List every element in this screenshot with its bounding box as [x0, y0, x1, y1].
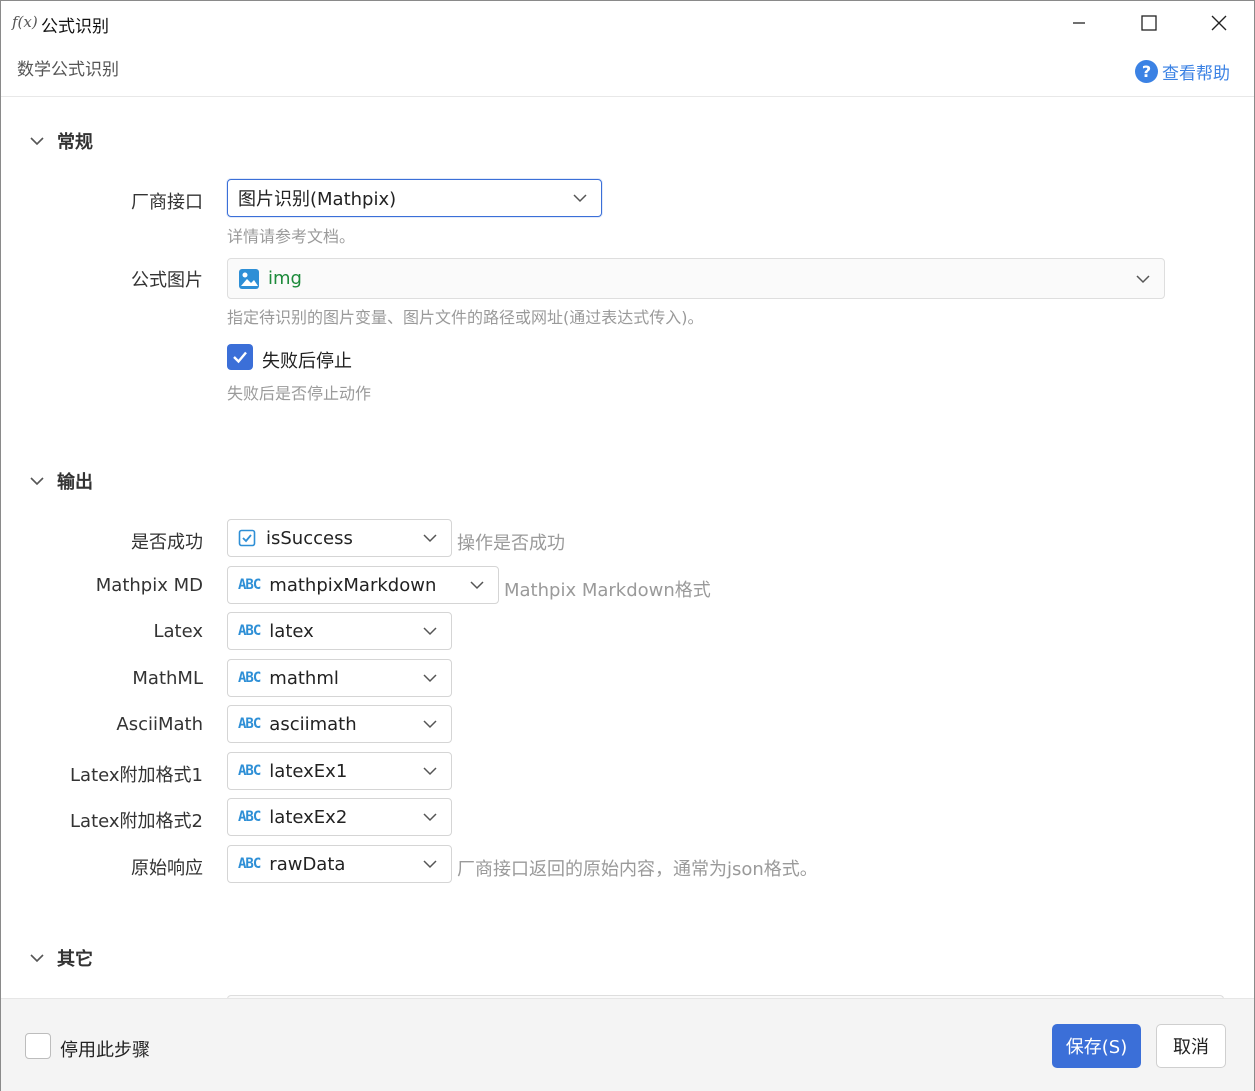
- chevron-down-icon: [29, 473, 45, 489]
- output-select-success[interactable]: isSuccess: [227, 519, 452, 557]
- chevron-down-icon: [573, 194, 587, 203]
- disable-step-checkbox[interactable]: [25, 1033, 51, 1059]
- output-label-mathml: MathML: [132, 668, 203, 689]
- output-label-success: 是否成功: [131, 532, 203, 553]
- output-hint-success: 操作是否成功: [457, 533, 565, 554]
- text-var-icon: ABC: [238, 670, 261, 686]
- chevron-down-icon: [423, 720, 437, 729]
- output-value-mathml: mathml: [269, 667, 339, 689]
- chevron-down-icon: [423, 813, 437, 822]
- chevron-down-icon: [423, 674, 437, 683]
- close-button[interactable]: [1184, 1, 1254, 45]
- output-select-latex-ex2[interactable]: ABC latexEx2: [227, 798, 452, 836]
- dialog-subtitle: 数学公式识别: [17, 60, 119, 80]
- help-link[interactable]: ? 查看帮助: [1135, 59, 1230, 84]
- section-output-title: 输出: [57, 472, 93, 493]
- output-label-asciimath: AsciiMath: [116, 714, 203, 735]
- section-other-title: 其它: [57, 949, 93, 970]
- chevron-down-icon: [423, 534, 437, 543]
- window-title: 公式识别: [41, 17, 109, 37]
- output-hint-mathpix: Mathpix Markdown格式: [504, 580, 711, 601]
- chevron-down-icon: [29, 950, 45, 966]
- output-value-asciimath: asciimath: [269, 713, 357, 735]
- output-select-latex-ex1[interactable]: ABC latexEx1: [227, 752, 452, 790]
- minimize-icon: [1073, 22, 1085, 24]
- maximize-icon: [1141, 15, 1157, 31]
- output-value-success: isSuccess: [266, 527, 353, 549]
- chevron-down-icon: [423, 860, 437, 869]
- output-label-latex-ex2: Latex附加格式2: [70, 811, 203, 832]
- image-label: 公式图片: [131, 270, 203, 291]
- header-divider: [1, 96, 1254, 97]
- output-value-latex-ex2: latexEx2: [269, 806, 348, 828]
- vendor-value: 图片识别(Mathpix): [238, 189, 397, 210]
- output-value-latex: latex: [269, 620, 314, 642]
- output-hint-raw: 厂商接口返回的原始内容，通常为json格式。: [457, 859, 818, 880]
- output-label-mathpix: Mathpix MD: [95, 575, 203, 596]
- question-icon: ?: [1135, 60, 1158, 83]
- vendor-select[interactable]: 图片识别(Mathpix): [227, 179, 602, 217]
- image-icon: [239, 268, 259, 289]
- section-general-title: 常规: [57, 132, 93, 153]
- checkbox-var-icon: [238, 529, 256, 547]
- text-var-icon: ABC: [238, 809, 261, 825]
- function-icon: f(x): [12, 13, 38, 31]
- chevron-down-icon: [470, 581, 484, 590]
- vendor-hint: 详情请参考文档。: [227, 227, 356, 246]
- maximize-button[interactable]: [1114, 1, 1184, 45]
- section-other-header[interactable]: 其它: [29, 945, 93, 971]
- output-select-raw[interactable]: ABC rawData: [227, 845, 452, 883]
- image-select[interactable]: img: [227, 258, 1165, 299]
- output-value-latex-ex1: latexEx1: [269, 760, 348, 782]
- check-icon: [233, 351, 247, 364]
- chevron-down-icon: [1136, 275, 1150, 284]
- output-value-mathpix: mathpixMarkdown: [269, 574, 437, 596]
- output-select-mathml[interactable]: ABC mathml: [227, 659, 452, 697]
- image-hint: 指定待识别的图片变量、图片文件的路径或网址(通过表达式传入)。: [227, 308, 704, 327]
- text-var-icon: ABC: [238, 716, 261, 732]
- dialog-window: f(x) 公式识别 数学公式识别 ? 查看帮助 常规 厂商接口 图片识别(Mat…: [0, 0, 1255, 1091]
- output-value-raw: rawData: [269, 853, 346, 875]
- chevron-down-icon: [29, 133, 45, 149]
- section-general-header[interactable]: 常规: [29, 128, 93, 154]
- vendor-label: 厂商接口: [131, 192, 203, 213]
- help-label: 查看帮助: [1162, 64, 1230, 84]
- stop-on-fail-hint: 失败后是否停止动作: [227, 384, 372, 403]
- stop-on-fail-checkbox[interactable]: [227, 344, 253, 370]
- text-var-icon: ABC: [238, 856, 261, 872]
- save-button[interactable]: 保存(S): [1052, 1024, 1141, 1068]
- output-select-asciimath[interactable]: ABC asciimath: [227, 705, 452, 743]
- cancel-button[interactable]: 取消: [1156, 1024, 1226, 1068]
- title-bar: f(x) 公式识别: [1, 1, 1254, 47]
- minimize-button[interactable]: [1044, 1, 1114, 45]
- chevron-down-icon: [423, 627, 437, 636]
- stop-on-fail-label: 失败后停止: [262, 351, 352, 372]
- section-output-header[interactable]: 输出: [29, 468, 93, 494]
- disable-step-label: 停用此步骤: [60, 1040, 150, 1061]
- close-icon: [1211, 15, 1227, 31]
- output-label-latex-ex1: Latex附加格式1: [70, 765, 203, 786]
- output-label-latex: Latex: [153, 621, 203, 642]
- text-var-icon: ABC: [238, 623, 261, 639]
- image-value: img: [268, 268, 302, 289]
- text-var-icon: ABC: [238, 577, 261, 593]
- output-select-latex[interactable]: ABC latex: [227, 612, 452, 650]
- output-label-raw: 原始响应: [131, 858, 203, 879]
- chevron-down-icon: [423, 767, 437, 776]
- text-var-icon: ABC: [238, 763, 261, 779]
- output-select-mathpix[interactable]: ABC mathpixMarkdown: [227, 566, 499, 604]
